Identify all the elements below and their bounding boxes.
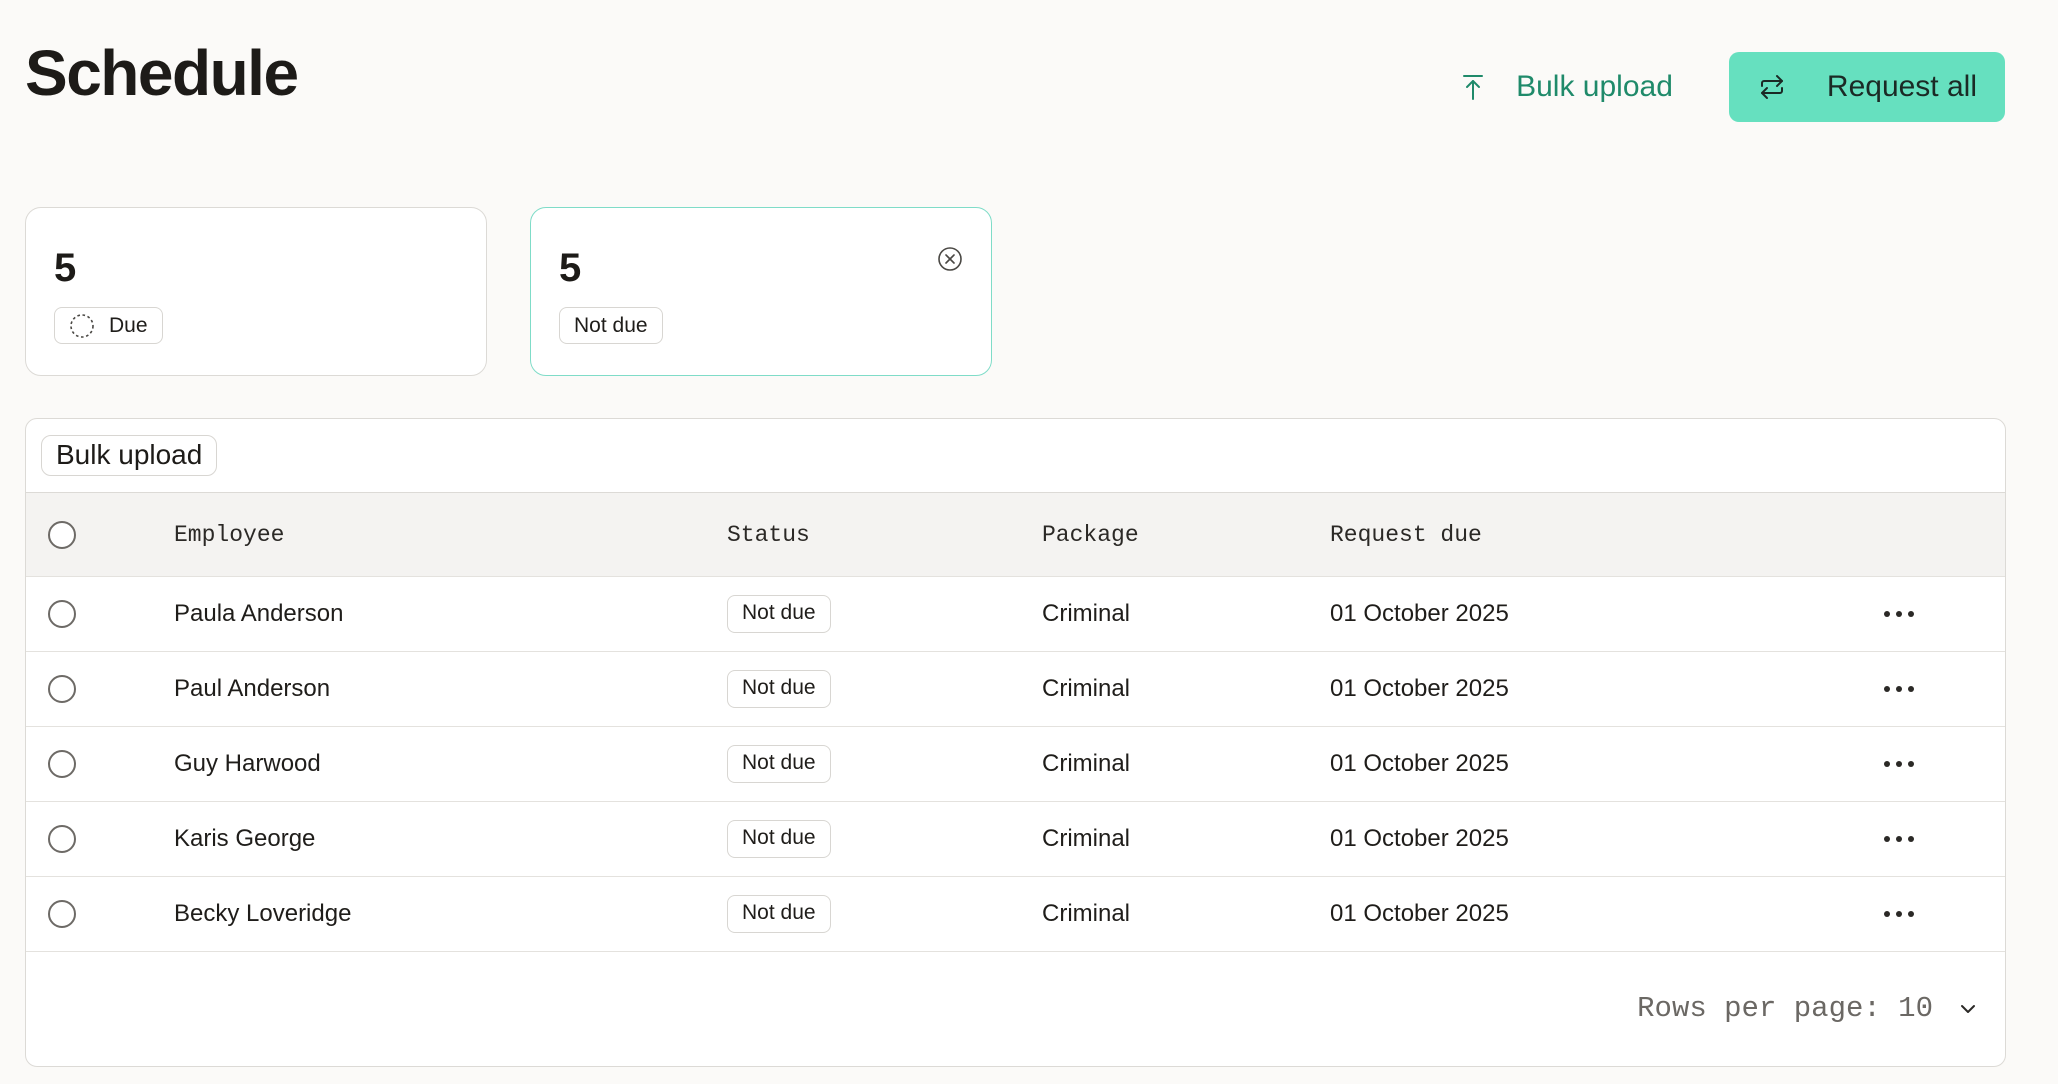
- rows-per-page-select[interactable]: Rows per page: 10: [1637, 992, 1979, 1025]
- due-label: Due: [109, 313, 148, 337]
- status-cell: Not due: [727, 895, 831, 933]
- request-all-button[interactable]: Request all: [1728, 52, 2005, 122]
- employee-name: Becky Loveridge: [174, 900, 352, 927]
- bulk-upload-label: Bulk upload: [1516, 70, 1673, 103]
- row-checkbox-cell: [48, 900, 76, 928]
- employee-table: Bulk upload Employee Status Package Requ…: [25, 418, 2006, 1067]
- schedule-page: Schedule Bulk upload Request all 5 Due 5…: [0, 0, 2058, 1084]
- not-due-summary-card[interactable]: 5 Not due: [530, 207, 992, 376]
- table-row[interactable]: Paul Anderson Not due Criminal 01 Octobe…: [26, 652, 2005, 727]
- status-badge: Not due: [727, 745, 831, 783]
- not-due-count: 5: [559, 246, 582, 290]
- more-options-icon[interactable]: [1880, 753, 1918, 775]
- close-circle-icon[interactable]: [937, 246, 963, 272]
- status-badge: Not due: [727, 895, 831, 933]
- more-options-icon[interactable]: [1880, 678, 1918, 700]
- request-due-cell: 01 October 2025: [1330, 750, 1509, 777]
- row-checkbox[interactable]: [48, 600, 76, 628]
- due-summary-card[interactable]: 5 Due: [25, 207, 487, 376]
- row-checkbox-cell: [48, 825, 76, 853]
- package-cell: Criminal: [1042, 750, 1131, 777]
- package-cell: Criminal: [1042, 900, 1131, 927]
- table-row[interactable]: Karis George Not due Criminal 01 October…: [26, 802, 2005, 877]
- status-cell: Not due: [727, 670, 831, 708]
- more-options-icon[interactable]: [1880, 828, 1918, 850]
- summary-cards: 5 Due 5 Not due: [25, 207, 992, 376]
- upload-arrow-icon: [1458, 72, 1488, 102]
- column-header-request-due[interactable]: Request due: [1330, 522, 1482, 548]
- header-actions: Bulk upload Request all: [1458, 52, 2005, 122]
- table-row[interactable]: Paula Anderson Not due Criminal 01 Octob…: [26, 577, 2005, 652]
- dashed-circle-icon: [69, 313, 95, 339]
- package-cell: Criminal: [1042, 825, 1131, 852]
- row-checkbox-cell: [48, 750, 76, 778]
- status-cell: Not due: [727, 820, 831, 858]
- package-cell: Criminal: [1042, 600, 1131, 627]
- employee-name: Paul Anderson: [174, 675, 331, 702]
- column-header-package[interactable]: Package: [1042, 522, 1139, 548]
- table-row[interactable]: Becky Loveridge Not due Criminal 01 Octo…: [26, 877, 2005, 952]
- bulk-upload-link-button[interactable]: Bulk upload: [1458, 70, 1673, 104]
- row-checkbox[interactable]: [48, 900, 76, 928]
- more-options-icon[interactable]: [1880, 603, 1918, 625]
- not-due-label: Not due: [574, 313, 648, 337]
- column-header-employee[interactable]: Employee: [174, 522, 284, 548]
- row-checkbox-cell: [48, 600, 76, 628]
- row-checkbox-cell: [48, 675, 76, 703]
- status-cell: Not due: [727, 745, 831, 783]
- employee-name: Guy Harwood: [174, 750, 321, 777]
- status-badge: Not due: [727, 670, 831, 708]
- more-options-icon[interactable]: [1880, 903, 1918, 925]
- select-all-checkbox[interactable]: [48, 520, 76, 549]
- table-bulk-upload-button[interactable]: Bulk upload: [41, 435, 218, 476]
- request-due-cell: 01 October 2025: [1330, 600, 1509, 627]
- status-badge: Not due: [727, 820, 831, 858]
- rows-per-page-label: Rows per page: 10: [1637, 992, 1933, 1025]
- due-pill: Due: [54, 307, 163, 344]
- request-due-cell: 01 October 2025: [1330, 675, 1509, 702]
- request-all-label: Request all: [1826, 70, 1977, 103]
- status-badge: Not due: [727, 595, 831, 633]
- due-count: 5: [54, 246, 77, 290]
- header-checkbox-cell: [48, 520, 76, 549]
- repeat-icon: [1757, 72, 1787, 102]
- chevron-down-icon: [1957, 998, 1979, 1020]
- table-header: Employee Status Package Request due: [26, 493, 2005, 577]
- table-toolbar: Bulk upload: [26, 419, 2005, 493]
- package-cell: Criminal: [1042, 675, 1131, 702]
- employee-name: Karis George: [174, 825, 316, 852]
- table-footer: Rows per page: 10: [26, 952, 2005, 1064]
- column-header-status[interactable]: Status: [727, 522, 810, 548]
- status-cell: Not due: [727, 595, 831, 633]
- page-title: Schedule: [25, 37, 299, 109]
- row-checkbox[interactable]: [48, 750, 76, 778]
- request-due-cell: 01 October 2025: [1330, 825, 1509, 852]
- row-checkbox[interactable]: [48, 825, 76, 853]
- request-due-cell: 01 October 2025: [1330, 900, 1509, 927]
- row-checkbox[interactable]: [48, 675, 76, 703]
- table-row[interactable]: Guy Harwood Not due Criminal 01 October …: [26, 727, 2005, 802]
- employee-name: Paula Anderson: [174, 600, 344, 627]
- not-due-pill: Not due: [559, 307, 663, 344]
